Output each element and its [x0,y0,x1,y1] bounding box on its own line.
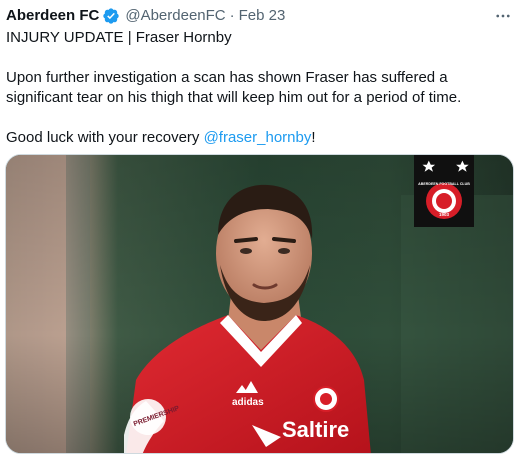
club-crest-badge: ABERDEEN FOOTBALL CLUB 1903 [414,155,474,227]
tweet-date[interactable]: Feb 23 [239,6,286,26]
separator-dot: · [229,7,235,24]
author-display-name[interactable]: Aberdeen FC [6,6,99,26]
crest-year: 1903 [439,212,450,217]
shirt-brand-text: adidas [232,397,264,408]
tweet-paragraph: Upon further investigation a scan has sh… [6,69,462,106]
tweet-header: Aberdeen FC @AberdeenFC · Feb 23 [6,5,516,27]
verified-badge-icon [102,7,120,25]
author-handle[interactable]: @AberdeenFC [125,6,225,26]
mention-link[interactable]: @fraser_hornby [204,129,312,146]
tweet-media-photo[interactable]: adidas Saltire PREMIERSHIP ABERDEEN FOOT… [5,154,514,454]
more-dots-icon[interactable] [492,6,514,26]
closing-suffix: ! [311,129,316,146]
tweet-body: INJURY UPDATE | Fraser Hornby Upon furth… [6,28,511,148]
shirt-sponsor-text: Saltire [282,417,349,442]
tweet-headline: INJURY UPDATE | Fraser Hornby [6,29,232,46]
crest-text: ABERDEEN FOOTBALL CLUB [418,182,470,186]
tweet-closing: Good luck with your recovery @fraser_hor… [6,128,511,148]
closing-prefix: Good luck with your recovery [6,129,204,146]
tweet[interactable]: Aberdeen FC @AberdeenFC · Feb 23 INJURY … [0,0,522,454]
